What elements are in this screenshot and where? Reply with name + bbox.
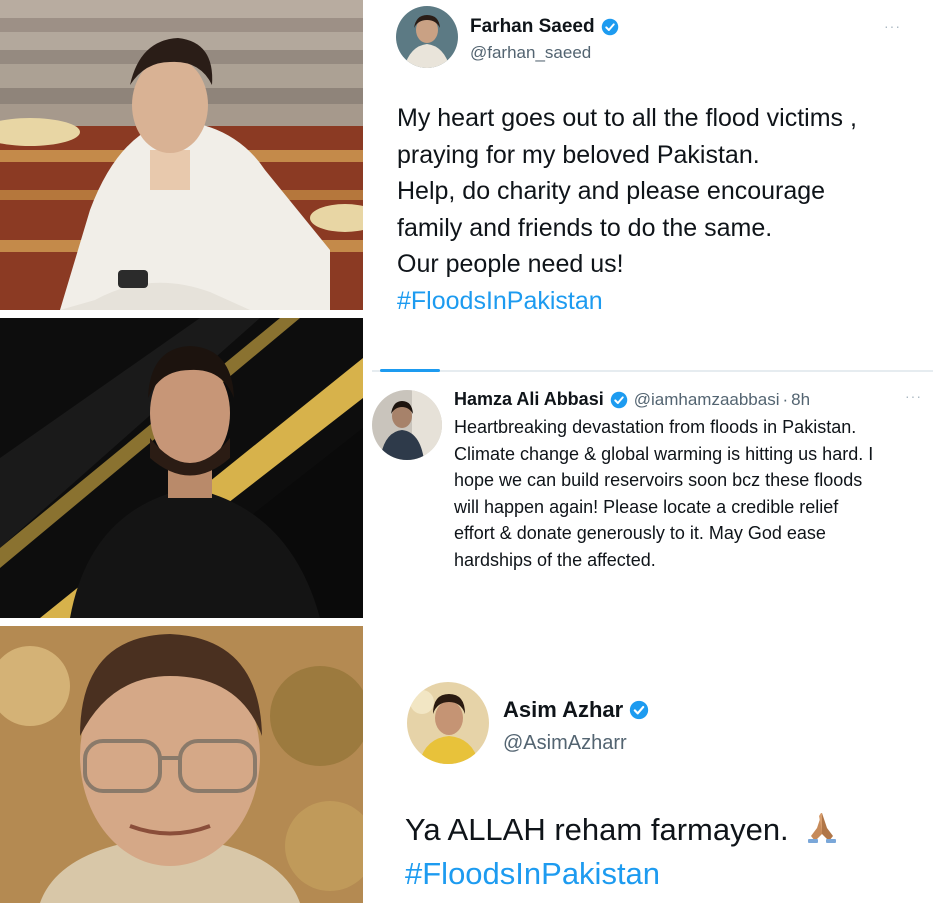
tweet-text-content: Ya ALLAH reham farmayen. — [405, 812, 789, 847]
hamza-ali-abbasi-photo — [0, 318, 363, 618]
hashtag-link[interactable]: #FloodsInPakistan — [397, 283, 927, 320]
asim-azhar-photo — [0, 626, 363, 903]
timestamp[interactable]: 8h — [791, 390, 810, 410]
handle[interactable]: @AsimAzharr — [503, 732, 649, 755]
tweet-text-line: Our people need us! — [397, 250, 624, 278]
handle[interactable]: @farhan_saeed — [470, 43, 619, 63]
avatar[interactable] — [396, 6, 458, 68]
divider-accent — [380, 369, 440, 372]
tweet-text: Heartbreaking devastation from floods in… — [454, 414, 926, 573]
tweet-text: Ya ALLAH reham farmayen. #FloodsInPakist… — [405, 808, 925, 896]
display-name[interactable]: Asim Azhar — [503, 697, 623, 723]
avatar[interactable] — [407, 682, 489, 764]
separator: · — [782, 389, 789, 409]
folded-hands-icon — [808, 813, 837, 843]
display-name[interactable]: Hamza Ali Abbasi — [454, 389, 604, 410]
farhan-saeed-photo — [0, 0, 363, 310]
verified-badge-icon — [630, 700, 649, 720]
tweet-text-line: family and friends to do the same. — [397, 213, 773, 242]
avatar[interactable] — [372, 390, 442, 460]
tweet-text-line: will happen again! Please locate a credi… — [454, 496, 839, 517]
display-name[interactable]: Farhan Saeed — [470, 16, 595, 38]
tweet-text-line: praying for my beloved Pakistan. — [397, 140, 760, 169]
tweet-text-line: effort & donate generously to it. May Go… — [454, 523, 826, 543]
tweet-text: My heart goes out to all the flood victi… — [397, 100, 927, 319]
more-options-icon[interactable]: ··· — [884, 18, 901, 34]
tweet-text-line: hope we can build reservoirs soon bcz th… — [454, 470, 863, 490]
tweet-text-line: Help, do charity and please encourage — [397, 177, 826, 205]
verified-badge-icon — [610, 391, 627, 408]
more-options-icon[interactable]: ··· — [905, 388, 922, 404]
tweet-text-line: My heart goes out to all the flood victi… — [397, 104, 857, 132]
handle[interactable]: @iamhamzaabbasi — [634, 390, 780, 410]
tweet-text-line: Ya ALLAH reham farmayen. — [405, 808, 925, 852]
verified-badge-icon — [601, 18, 618, 36]
tweet-text-line: Climate change & global warming is hitti… — [454, 443, 874, 464]
tweet-text-line: Heartbreaking devastation from floods in… — [454, 417, 857, 437]
hashtag-link[interactable]: #FloodsInPakistan — [405, 852, 925, 896]
tweet-text-line: hardships of the affected. — [454, 549, 656, 570]
divider — [372, 370, 933, 372]
